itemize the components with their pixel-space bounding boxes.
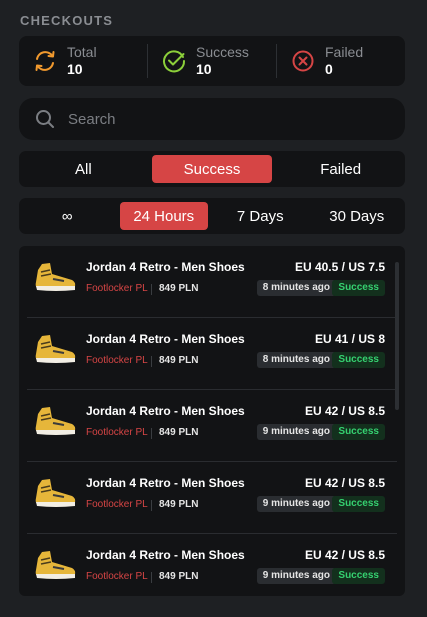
status-badge: Success xyxy=(332,496,385,512)
size: EU 42 / US 8.5 xyxy=(304,404,385,418)
time-filter: ∞ 24 Hours 7 Days 30 Days xyxy=(19,198,405,234)
time-all[interactable]: ∞ xyxy=(23,202,112,230)
divider xyxy=(151,572,152,583)
checkout-row[interactable]: Jordan 4 Retro - Men Shoes Footlocker PL… xyxy=(27,318,397,390)
store-name: Footlocker PL xyxy=(86,427,148,438)
status-badge: Success xyxy=(332,352,385,368)
sneaker-image xyxy=(35,335,76,363)
price: 849 PLN xyxy=(159,499,199,510)
sneaker-image xyxy=(35,407,76,435)
sneaker-image xyxy=(35,479,76,507)
divider xyxy=(151,500,152,511)
size: EU 41 / US 8 xyxy=(314,332,385,346)
status-badge: Success xyxy=(332,568,385,584)
time-badge: 8 minutes ago xyxy=(256,280,336,296)
store-name: Footlocker PL xyxy=(86,571,148,582)
list-scrollbar[interactable] xyxy=(395,262,399,410)
stat-total-value: 10 xyxy=(67,60,83,77)
product-name: Jordan 4 Retro - Men Shoes xyxy=(86,260,245,274)
product-name: Jordan 4 Retro - Men Shoes xyxy=(86,548,245,562)
stat-success-label: Success xyxy=(196,43,249,60)
checkout-row[interactable]: Jordan 4 Retro - Men Shoes Footlocker PL… xyxy=(27,390,397,462)
status-filter: All Success Failed xyxy=(19,151,405,187)
filter-failed[interactable]: Failed xyxy=(280,155,401,183)
stat-total-label: Total xyxy=(67,43,97,60)
price: 849 PLN xyxy=(159,427,199,438)
time-badge: 9 minutes ago xyxy=(256,424,336,440)
checkout-row[interactable]: Jordan 4 Retro - Men Shoes Footlocker PL… xyxy=(27,246,397,318)
size: EU 40.5 / US 7.5 xyxy=(294,260,385,274)
checkouts-panel: CHECKOUTS Total 10 Success 10 Failed 0 S… xyxy=(0,0,427,617)
stat-failed-value: 0 xyxy=(325,60,333,77)
price: 849 PLN xyxy=(159,283,199,294)
filter-all[interactable]: All xyxy=(23,155,144,183)
store-name: Footlocker PL xyxy=(86,355,148,366)
size: EU 42 / US 8.5 xyxy=(304,548,385,562)
price: 849 PLN xyxy=(159,571,199,582)
time-badge: 9 minutes ago xyxy=(256,568,336,584)
time-badge: 9 minutes ago xyxy=(256,496,336,512)
sync-icon xyxy=(35,51,55,71)
sneaker-image xyxy=(35,263,76,291)
search-input[interactable] xyxy=(66,109,370,129)
size: EU 42 / US 8.5 xyxy=(304,476,385,490)
filter-success[interactable]: Success xyxy=(151,155,273,183)
status-badge: Success xyxy=(332,424,385,440)
time-7-days[interactable]: 7 Days xyxy=(216,202,305,230)
time-24-hours[interactable]: 24 Hours xyxy=(119,202,208,230)
product-name: Jordan 4 Retro - Men Shoes xyxy=(86,404,245,418)
stat-failed: Failed 0 xyxy=(276,44,405,78)
x-circle-icon xyxy=(292,50,314,72)
status-badge: Success xyxy=(332,280,385,296)
section-title: CHECKOUTS xyxy=(20,13,114,28)
search-box xyxy=(19,98,405,140)
price: 849 PLN xyxy=(159,355,199,366)
check-circle-icon xyxy=(163,50,186,73)
time-badge: 8 minutes ago xyxy=(256,352,336,368)
store-name: Footlocker PL xyxy=(86,283,148,294)
divider xyxy=(151,428,152,439)
stat-failed-label: Failed xyxy=(325,43,364,60)
divider xyxy=(151,284,152,295)
store-name: Footlocker PL xyxy=(86,499,148,510)
stats-bar: Total 10 Success 10 Failed 0 xyxy=(19,36,405,86)
time-30-days[interactable]: 30 Days xyxy=(313,202,402,230)
product-name: Jordan 4 Retro - Men Shoes xyxy=(86,332,245,346)
product-name: Jordan 4 Retro - Men Shoes xyxy=(86,476,245,490)
stat-success: Success 10 xyxy=(147,44,276,78)
checkout-list[interactable]: Jordan 4 Retro - Men Shoes Footlocker PL… xyxy=(19,246,405,596)
search-icon xyxy=(36,110,54,128)
divider xyxy=(151,356,152,367)
checkout-row[interactable]: Jordan 4 Retro - Men Shoes Footlocker PL… xyxy=(27,462,397,534)
stat-success-value: 10 xyxy=(196,60,212,77)
stat-total: Total 10 xyxy=(19,44,147,78)
checkout-row[interactable]: Jordan 4 Retro - Men Shoes Footlocker PL… xyxy=(27,534,397,596)
sneaker-image xyxy=(35,551,76,579)
